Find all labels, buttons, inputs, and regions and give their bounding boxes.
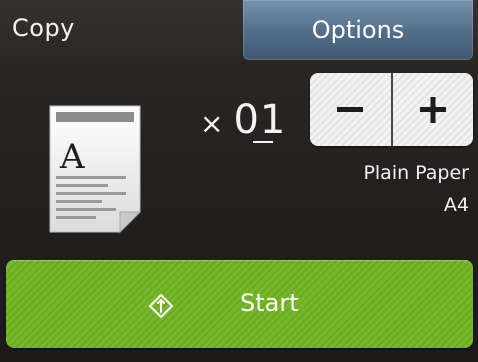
- copy-count-display: × 01: [200, 97, 286, 147]
- copy-count-stepper: [310, 73, 473, 146]
- document-icon: A: [49, 105, 142, 234]
- paper-size-label: A4: [443, 194, 469, 216]
- options-button[interactable]: Options: [243, 0, 473, 60]
- plus-icon: [419, 96, 446, 123]
- count-cursor: [253, 141, 273, 143]
- paper-type-label: Plain Paper: [363, 162, 469, 184]
- increment-button[interactable]: [390, 73, 473, 146]
- decrement-button[interactable]: [310, 73, 391, 146]
- start-button[interactable]: Start: [6, 260, 473, 348]
- page-title: Copy: [12, 14, 75, 42]
- copy-count-value: 01: [233, 97, 287, 143]
- multiplier-symbol: ×: [200, 107, 224, 140]
- start-button-label: Start: [240, 289, 299, 317]
- document-glyph: A: [59, 137, 85, 177]
- start-diamond-icon: [149, 294, 173, 318]
- minus-icon: [337, 106, 364, 112]
- copy-screen: Copy Options A × 01 Plain Paper A4 Start: [0, 0, 478, 362]
